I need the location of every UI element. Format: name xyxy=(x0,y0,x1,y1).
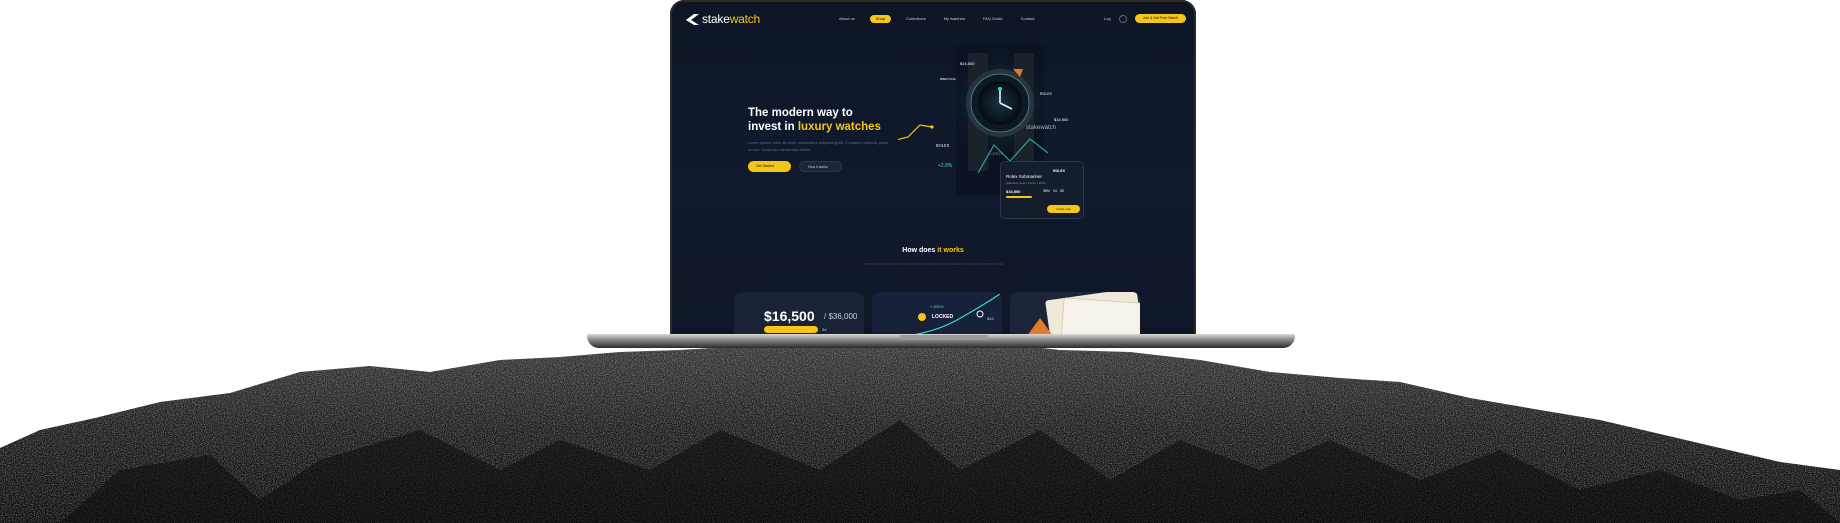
growth-line xyxy=(898,124,933,141)
card-progress-bar xyxy=(764,326,818,333)
badge-price-right: $15,500 xyxy=(1054,117,1069,122)
badge-rolex-bottom: ROLEX xyxy=(936,143,949,148)
card-locked-label: LOCKED xyxy=(932,314,954,320)
certificate-image-front xyxy=(1060,297,1140,338)
join-button[interactable]: Join & Get Free Watch xyxy=(1134,14,1186,23)
nav-link-my-watches[interactable]: My watches xyxy=(941,15,968,23)
widget-progress-bar xyxy=(1006,196,1032,198)
settings-icon[interactable] xyxy=(1118,14,1127,23)
nav-link-faq[interactable]: FAQ Guide xyxy=(980,15,1006,23)
card-price: $16,500 xyxy=(764,308,815,324)
card-percent: + 800% xyxy=(930,304,944,309)
how-it-works-subtitle: Lorem ipsum dolor sit amet consectetur a… xyxy=(862,262,1004,266)
how-it-works-button[interactable]: How it works xyxy=(799,161,842,172)
badge-stakewatch: stakewatch xyxy=(1026,125,1056,131)
feature-card-certificate[interactable] xyxy=(1010,292,1140,338)
laptop-screen: stakewatch About us Shop Collections My … xyxy=(672,3,1194,338)
badge-percent: +2.8% xyxy=(938,163,953,169)
card-total: / $36,000 xyxy=(824,312,858,321)
nav-link-about[interactable]: About us xyxy=(836,15,858,23)
how-it-works-title: How does it works xyxy=(902,247,964,254)
logo-text: stakewatch xyxy=(702,12,761,26)
hero-subtitle: Lorem ipsum dolor sit amet consectetur a… xyxy=(748,140,888,152)
widget-subtitle: Stainless steel | 41mm | 2023 xyxy=(1006,181,1046,185)
nav-link-contact[interactable]: Contact xyxy=(1018,15,1038,23)
nav-link-collections[interactable]: Collections xyxy=(903,15,929,23)
hero-title-accent: luxury watches xyxy=(797,121,881,133)
nav-right: Log Join & Get Free Watch xyxy=(1104,14,1186,23)
login-link[interactable]: Log xyxy=(1104,16,1111,21)
widget-stats: 35% 14 30 xyxy=(1043,189,1064,193)
lock-icon xyxy=(918,313,926,321)
laptop-notch xyxy=(900,335,988,340)
badge-cartier: Cartier xyxy=(988,152,1003,157)
widget-brand: ROLEX xyxy=(1053,169,1066,173)
badge-rolex-top: ROLEX xyxy=(1040,92,1053,96)
widget-price: $16,500 xyxy=(1006,189,1021,194)
site-nav: stakewatch About us Shop Collections My … xyxy=(686,12,1186,28)
badge-breitling: BREITLING xyxy=(940,77,957,81)
product-widget[interactable]: ROLEX Rolex Submariner Stainless steel |… xyxy=(1000,161,1084,219)
nav-links: About us Shop Collections My watches FAQ… xyxy=(836,15,1037,23)
card-days: 3d xyxy=(822,327,827,332)
feature-card-locked[interactable]: + 800% LOCKED $15 xyxy=(872,292,1002,338)
nav-link-shop[interactable]: Shop xyxy=(869,15,892,23)
feature-card-price[interactable]: $16,500 / $36,000 3d xyxy=(734,292,864,338)
card-value: $15 xyxy=(987,316,994,321)
invest-now-button[interactable]: Invest now xyxy=(1047,205,1080,213)
badge-price-top: $16,500 xyxy=(960,61,975,66)
logo-icon xyxy=(686,13,699,25)
get-started-button[interactable]: Get Started xyxy=(748,161,791,172)
logo[interactable]: stakewatch xyxy=(686,12,760,26)
widget-title: Rolex Submariner xyxy=(1006,174,1043,179)
